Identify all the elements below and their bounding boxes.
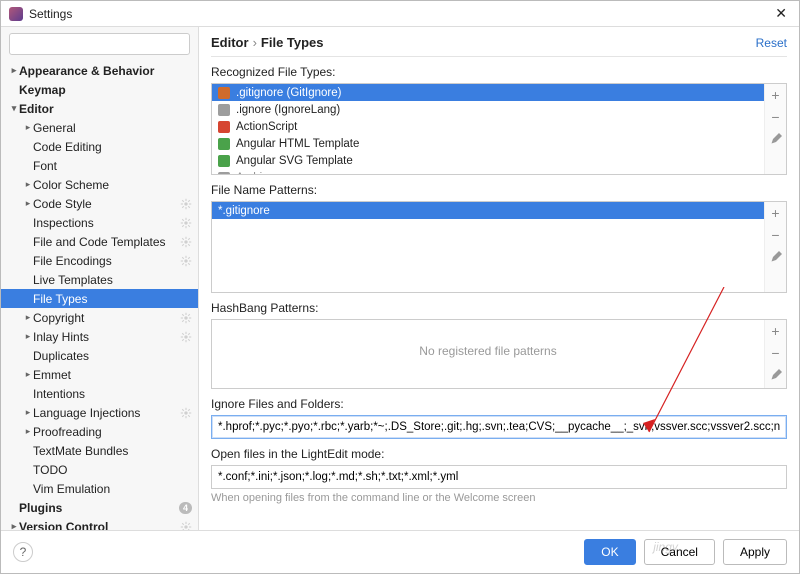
app-icon bbox=[9, 7, 23, 21]
sidebar-item-todo[interactable]: TODO bbox=[1, 460, 198, 479]
remove-hashbang-button[interactable]: − bbox=[765, 342, 787, 364]
gear-icon bbox=[180, 521, 192, 531]
gear-icon bbox=[180, 217, 192, 229]
sidebar-item-textmate-bundles[interactable]: TextMate Bundles bbox=[1, 441, 198, 460]
titlebar: Settings ✕ bbox=[1, 1, 799, 27]
filetypes-list: .gitignore (GitIgnore).ignore (IgnoreLan… bbox=[211, 83, 787, 175]
pattern-row[interactable]: *.gitignore bbox=[212, 202, 764, 219]
file-icon bbox=[218, 87, 230, 99]
filetype-row[interactable]: ActionScript bbox=[212, 118, 764, 135]
gear-icon bbox=[180, 331, 192, 343]
lightedit-input[interactable] bbox=[211, 465, 787, 489]
sidebar-item-code-style[interactable]: Code Style bbox=[1, 194, 198, 213]
gear-icon bbox=[180, 255, 192, 267]
search-input[interactable] bbox=[9, 33, 190, 55]
gear-icon bbox=[180, 312, 192, 324]
sidebar-item-duplicates[interactable]: Duplicates bbox=[1, 346, 198, 365]
file-icon bbox=[218, 121, 230, 133]
sidebar-item-intentions[interactable]: Intentions bbox=[1, 384, 198, 403]
sidebar-item-general[interactable]: General bbox=[1, 118, 198, 137]
sidebar-item-keymap[interactable]: Keymap bbox=[1, 80, 198, 99]
recognized-label: Recognized File Types: bbox=[211, 65, 787, 79]
patterns-list: *.gitignore + − bbox=[211, 201, 787, 293]
lightedit-label: Open files in the LightEdit mode: bbox=[211, 447, 787, 461]
settings-window: Settings ✕ Appearance & BehaviorKeymapEd… bbox=[0, 0, 800, 574]
sidebar-item-inlay-hints[interactable]: Inlay Hints bbox=[1, 327, 198, 346]
sidebar-item-color-scheme[interactable]: Color Scheme bbox=[1, 175, 198, 194]
hashbang-label: HashBang Patterns: bbox=[211, 301, 787, 315]
window-title: Settings bbox=[29, 7, 72, 21]
sidebar-item-file-types[interactable]: File Types bbox=[1, 289, 198, 308]
breadcrumb: Editor›File Types bbox=[211, 35, 324, 50]
filetype-row[interactable]: .ignore (IgnoreLang) bbox=[212, 101, 764, 118]
hashbang-list: No registered file patterns + − bbox=[211, 319, 787, 389]
sidebar-item-font[interactable]: Font bbox=[1, 156, 198, 175]
sidebar-item-live-templates[interactable]: Live Templates bbox=[1, 270, 198, 289]
add-pattern-button[interactable]: + bbox=[765, 202, 787, 224]
sidebar-item-inspections[interactable]: Inspections bbox=[1, 213, 198, 232]
remove-filetype-button[interactable]: − bbox=[765, 106, 787, 128]
add-hashbang-button[interactable]: + bbox=[765, 320, 787, 342]
ignore-label: Ignore Files and Folders: bbox=[211, 397, 787, 411]
sidebar-item-file-encodings[interactable]: File Encodings bbox=[1, 251, 198, 270]
file-icon bbox=[218, 104, 230, 116]
badge: 4 bbox=[179, 502, 192, 514]
sidebar-item-emmet[interactable]: Emmet bbox=[1, 365, 198, 384]
edit-hashbang-button[interactable] bbox=[765, 364, 787, 386]
remove-pattern-button[interactable]: − bbox=[765, 224, 787, 246]
sidebar-item-appearance-behavior[interactable]: Appearance & Behavior bbox=[1, 61, 198, 80]
edit-filetype-button[interactable] bbox=[765, 128, 787, 150]
add-filetype-button[interactable]: + bbox=[765, 84, 787, 106]
ignore-input[interactable] bbox=[211, 415, 787, 439]
filetype-row[interactable]: Angular SVG Template bbox=[212, 152, 764, 169]
settings-tree: Appearance & BehaviorKeymapEditorGeneral… bbox=[1, 61, 198, 530]
patterns-label: File Name Patterns: bbox=[211, 183, 787, 197]
file-icon bbox=[218, 172, 230, 175]
sidebar-item-file-and-code-templates[interactable]: File and Code Templates bbox=[1, 232, 198, 251]
reset-link[interactable]: Reset bbox=[756, 36, 787, 50]
main-panel: Editor›File Types Reset Recognized File … bbox=[199, 27, 799, 530]
sidebar-item-code-editing[interactable]: Code Editing bbox=[1, 137, 198, 156]
sidebar-item-proofreading[interactable]: Proofreading bbox=[1, 422, 198, 441]
file-icon bbox=[218, 155, 230, 167]
filetype-row[interactable]: Archive bbox=[212, 169, 764, 174]
filetype-row[interactable]: Angular HTML Template bbox=[212, 135, 764, 152]
help-button[interactable]: ? bbox=[13, 542, 33, 562]
sidebar-item-vim-emulation[interactable]: Vim Emulation bbox=[1, 479, 198, 498]
sidebar-item-version-control[interactable]: Version Control bbox=[1, 517, 198, 530]
filetype-row[interactable]: .gitignore (GitIgnore) bbox=[212, 84, 764, 101]
file-icon bbox=[218, 138, 230, 150]
close-icon[interactable]: ✕ bbox=[771, 5, 791, 22]
gear-icon bbox=[180, 198, 192, 210]
hashbang-empty: No registered file patterns bbox=[212, 320, 764, 382]
ok-button[interactable]: OK bbox=[584, 539, 635, 565]
sidebar-item-editor[interactable]: Editor bbox=[1, 99, 198, 118]
sidebar: Appearance & BehaviorKeymapEditorGeneral… bbox=[1, 27, 199, 530]
apply-button[interactable]: Apply bbox=[723, 539, 787, 565]
lightedit-hint: When opening files from the command line… bbox=[211, 492, 787, 504]
gear-icon bbox=[180, 236, 192, 248]
sidebar-item-language-injections[interactable]: Language Injections bbox=[1, 403, 198, 422]
gear-icon bbox=[180, 407, 192, 419]
sidebar-item-plugins[interactable]: Plugins4 bbox=[1, 498, 198, 517]
cancel-button[interactable]: Cancel bbox=[644, 539, 715, 565]
sidebar-item-copyright[interactable]: Copyright bbox=[1, 308, 198, 327]
edit-pattern-button[interactable] bbox=[765, 246, 787, 268]
button-bar: ? OK Cancel Apply jingy... bbox=[1, 530, 799, 573]
